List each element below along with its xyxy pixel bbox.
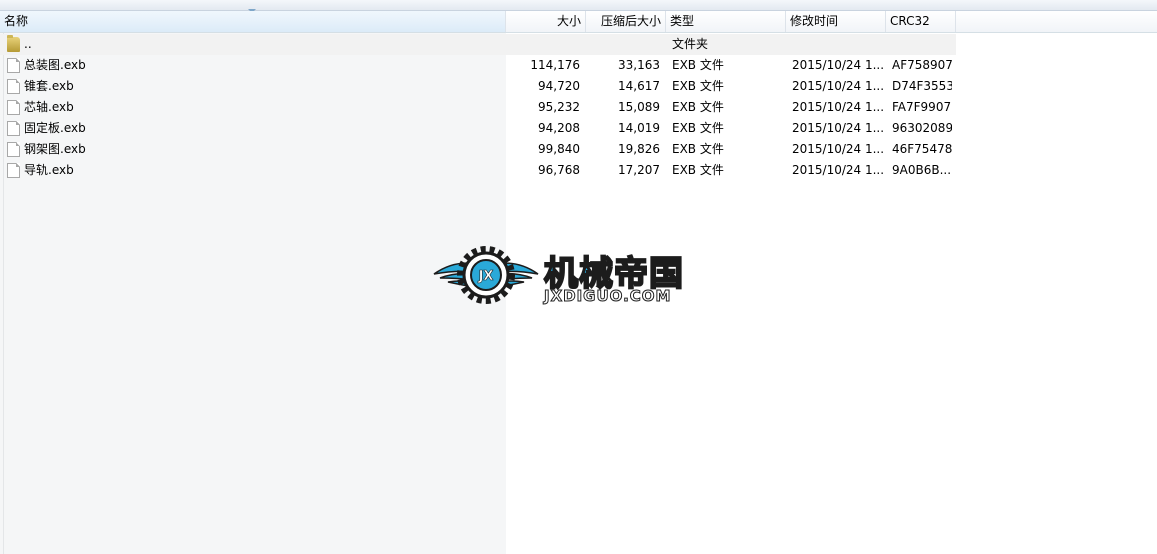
file-icon: [7, 100, 20, 115]
file-compressed-size: 14,617: [618, 79, 660, 93]
file-name: ..: [24, 37, 32, 51]
watermark-subtitle: JXDIGUO.COM: [543, 287, 672, 306]
list-item[interactable]: 钢架图.exb 99,840 19,826 EXB 文件 2015/10/24 …: [0, 139, 956, 160]
file-type: EXB 文件: [672, 142, 724, 156]
list-item[interactable]: 固定板.exb 94,208 14,019 EXB 文件 2015/10/24 …: [0, 118, 956, 139]
column-header-crc[interactable]: CRC32: [886, 11, 956, 32]
file-name: 芯轴.exb: [24, 100, 74, 114]
file-crc: FA7F9907: [892, 100, 952, 114]
column-header-modified[interactable]: 修改时间: [786, 11, 886, 32]
file-modified: 2015/10/24 1...: [792, 142, 884, 156]
gear-wings-emblem-icon: JX: [433, 246, 539, 304]
file-size: 95,232: [538, 100, 580, 114]
file-icon: [7, 121, 20, 136]
file-icon: [7, 163, 20, 178]
window-top-strip: [0, 0, 1157, 11]
file-size: 114,176: [530, 58, 580, 72]
file-crc: D74F3553: [892, 79, 952, 93]
column-header-type[interactable]: 类型: [666, 11, 786, 32]
file-name: 锥套.exb: [24, 79, 74, 93]
file-icon: [7, 58, 20, 73]
file-type: EXB 文件: [672, 58, 724, 72]
file-size: 96,768: [538, 163, 580, 177]
file-compressed-size: 15,089: [618, 100, 660, 114]
file-crc: AF758907: [892, 58, 952, 72]
file-size: 99,840: [538, 142, 580, 156]
file-crc: 9A0B6B...: [892, 163, 952, 177]
file-compressed-size: 17,207: [618, 163, 660, 177]
file-type: EXB 文件: [672, 121, 724, 135]
folder-icon: [7, 35, 20, 52]
list-item[interactable]: 导轨.exb 96,768 17,207 EXB 文件 2015/10/24 1…: [0, 160, 956, 181]
column-header-size[interactable]: 大小: [506, 11, 586, 32]
file-modified: 2015/10/24 1...: [792, 79, 884, 93]
file-size: 94,720: [538, 79, 580, 93]
column-header-compressed-size[interactable]: 压缩后大小: [586, 11, 666, 32]
file-icon: [7, 142, 20, 157]
file-modified: 2015/10/24 1...: [792, 58, 884, 72]
file-name: 总装图.exb: [24, 58, 86, 72]
list-item[interactable]: 总装图.exb 114,176 33,163 EXB 文件 2015/10/24…: [0, 55, 956, 76]
emblem-text: JX: [478, 269, 494, 284]
file-size: 94,208: [538, 121, 580, 135]
list-item[interactable]: 锥套.exb 94,720 14,617 EXB 文件 2015/10/24 1…: [0, 76, 956, 97]
file-name: 钢架图.exb: [24, 142, 86, 156]
file-compressed-size: 33,163: [618, 58, 660, 72]
file-type: EXB 文件: [672, 163, 724, 177]
file-name: 固定板.exb: [24, 121, 86, 135]
file-icon: [7, 79, 20, 94]
file-crc: 46F75478: [892, 142, 952, 156]
file-type: EXB 文件: [672, 79, 724, 93]
column-header-name[interactable]: 名称: [0, 11, 506, 32]
column-header: 名称 大小 压缩后大小 类型 修改时间 CRC32: [0, 11, 1157, 33]
file-modified: 2015/10/24 1...: [792, 100, 884, 114]
file-type: 文件夹: [672, 37, 709, 51]
file-modified: 2015/10/24 1...: [792, 121, 884, 135]
file-modified: 2015/10/24 1...: [792, 163, 884, 177]
list-item[interactable]: 芯轴.exb 95,232 15,089 EXB 文件 2015/10/24 1…: [0, 97, 956, 118]
file-compressed-size: 19,826: [618, 142, 660, 156]
file-compressed-size: 14,019: [618, 121, 660, 135]
file-crc: 96302089: [892, 121, 952, 135]
watermark-logo: JX 机械帝国 JXDIGUO.COM: [430, 242, 730, 308]
list-item-parent-folder[interactable]: .. 文件夹: [0, 34, 956, 55]
file-type: EXB 文件: [672, 100, 724, 114]
file-name: 导轨.exb: [24, 163, 74, 177]
